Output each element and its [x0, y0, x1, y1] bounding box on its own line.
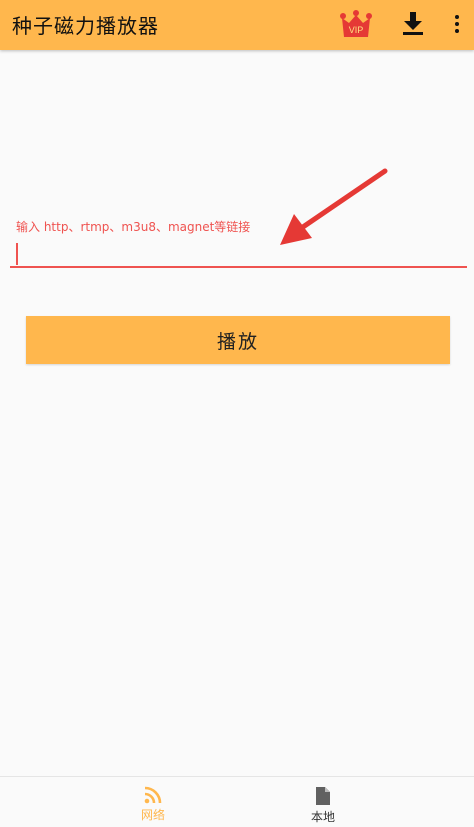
url-input[interactable]	[10, 238, 467, 268]
file-icon	[316, 787, 330, 805]
app-bar: 种子磁力播放器 VIP	[0, 0, 474, 50]
vip-label: VIP	[349, 25, 364, 35]
nav-label-local: 本地	[310, 810, 335, 824]
text-cursor	[16, 243, 18, 265]
url-input-label: 输入 http、rtmp、m3u8、magnet等链接	[16, 220, 251, 234]
play-button[interactable]: 播放	[26, 316, 450, 364]
rss-feed-icon	[144, 786, 162, 804]
nav-item-network[interactable]: 网络	[113, 777, 193, 827]
nav-label-network: 网络	[140, 808, 165, 822]
vip-crown-icon[interactable]: VIP	[339, 9, 373, 39]
download-icon[interactable]	[399, 9, 427, 37]
more-vert-icon[interactable]	[449, 12, 465, 36]
bottom-navigation: 网络 本地	[0, 776, 474, 827]
nav-item-local[interactable]: 本地	[283, 777, 363, 827]
app-title: 种子磁力播放器	[12, 14, 159, 38]
